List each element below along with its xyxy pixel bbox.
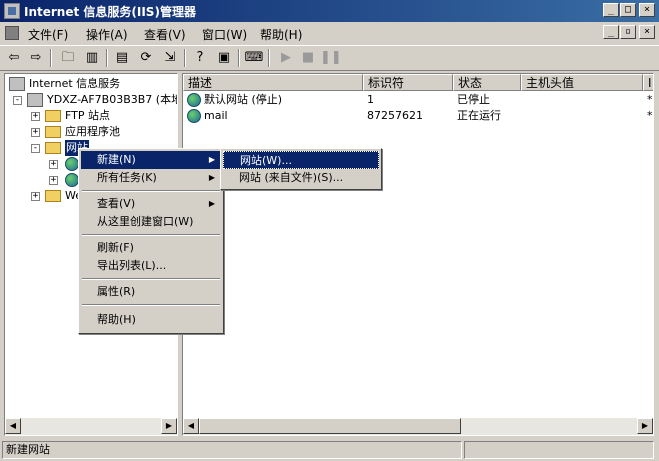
column-status[interactable]: 状态 — [453, 74, 521, 91]
expand-icon[interactable]: + — [31, 192, 40, 201]
menu-action[interactable]: 操作(A) — [86, 26, 128, 43]
menu-file[interactable]: 文件(F) — [28, 26, 68, 43]
list-pane: 描述 标识符 状态 主机头值 I 默认网站 (停止) 1 已停止 * mail … — [182, 73, 654, 436]
scroll-right-icon[interactable]: ▶ — [637, 418, 653, 434]
console-icon[interactable]: ▣ — [214, 49, 234, 67]
folder-icon — [45, 142, 61, 154]
menu-item-refresh[interactable]: 刷新(F) — [81, 239, 221, 257]
submenu-arrow-icon: ▶ — [208, 199, 215, 208]
column-host-header[interactable]: 主机头值 — [521, 74, 643, 91]
menu-item-help[interactable]: 帮助(H) — [81, 311, 221, 329]
context-menu: 新建(N) ▶ 所有任务(K) ▶ 查看(V) ▶ 从这里创建窗口(W) 刷新(F) … — [78, 148, 224, 334]
properties-icon[interactable]: ▤ — [112, 49, 132, 67]
tree-server[interactable]: - YDXZ-AF7B03B3B7 (本地计 — [7, 92, 177, 108]
computer-icon[interactable]: ⌨ — [244, 49, 264, 67]
status-bar: 新建网站 — [0, 439, 659, 461]
window-title: Internet 信息服务(IIS)管理器 — [24, 5, 196, 19]
close-button[interactable]: × — [639, 3, 655, 17]
toolbar: ⇦ ⇨ 🗀 ▥ ▤ ⟳ ⇲ ? ▣ ⌨ ▶ ■ ❚❚ — [0, 45, 659, 71]
scroll-left-icon[interactable]: ◀ — [5, 418, 21, 434]
menu-separator — [82, 234, 220, 236]
up-folder-icon[interactable]: 🗀 — [58, 49, 78, 67]
menu-help[interactable]: 帮助(H) — [260, 26, 302, 43]
forward-icon[interactable]: ⇨ — [26, 49, 46, 67]
scroll-left-icon[interactable]: ◀ — [183, 418, 199, 434]
mdi-minimize-button[interactable]: _ — [603, 25, 619, 39]
iis-root-icon — [9, 77, 25, 91]
back-icon[interactable]: ⇦ — [4, 49, 24, 67]
console-menu-icon[interactable] — [5, 26, 19, 40]
menu-item-all-tasks[interactable]: 所有任务(K) ▶ — [81, 169, 221, 187]
toolbar-separator — [238, 49, 240, 67]
status-pane-empty — [464, 441, 654, 459]
menu-item-view[interactable]: 查看(V) ▶ — [81, 195, 221, 213]
collapse-icon[interactable]: - — [13, 96, 22, 105]
folder-icon — [45, 110, 61, 122]
submenu-new: 网站(W)... 网站 (来自文件)(S)... — [220, 148, 382, 190]
menu-window[interactable]: 窗口(W) — [202, 26, 247, 43]
menu-bar: 文件(F) 操作(A) 查看(V) 窗口(W) 帮助(H) _ ▫ × — [0, 22, 659, 44]
menu-item-website-from-file[interactable]: 网站 (来自文件)(S)... — [223, 169, 379, 187]
menu-separator — [82, 278, 220, 280]
menu-item-website[interactable]: 网站(W)... — [223, 151, 379, 169]
column-id[interactable]: 标识符 — [363, 74, 453, 91]
column-description[interactable]: 描述 — [183, 74, 363, 91]
scroll-thumb[interactable] — [199, 418, 461, 434]
globe-icon — [65, 157, 79, 171]
folder-icon — [45, 190, 61, 202]
menu-item-new-window[interactable]: 从这里创建窗口(W) — [81, 213, 221, 231]
site-stopped-icon — [187, 93, 201, 107]
mdi-close-button[interactable]: × — [639, 25, 655, 39]
toolbar-separator — [50, 49, 52, 67]
folder-icon — [45, 126, 61, 138]
computer-icon — [27, 93, 43, 107]
menu-separator — [82, 190, 220, 192]
toolbar-separator — [184, 49, 186, 67]
show-tree-icon[interactable]: ▥ — [82, 49, 102, 67]
expand-icon[interactable]: + — [49, 160, 58, 169]
scroll-right-icon[interactable]: ▶ — [161, 418, 177, 434]
pause-icon[interactable]: ❚❚ — [320, 49, 342, 67]
maximize-button[interactable]: □ — [620, 3, 636, 17]
collapse-icon[interactable]: - — [31, 144, 40, 153]
column-ip[interactable]: I — [643, 74, 653, 91]
submenu-arrow-icon: ▶ — [208, 173, 215, 182]
tree-hscrollbar[interactable]: ◀ ▶ — [5, 418, 177, 435]
help-icon[interactable]: ? — [190, 49, 210, 67]
site-running-icon — [187, 109, 201, 123]
expand-icon[interactable]: + — [49, 176, 58, 185]
globe-icon — [65, 173, 79, 187]
menu-separator — [82, 304, 220, 306]
menu-view[interactable]: 查看(V) — [144, 26, 186, 43]
menu-item-properties[interactable]: 属性(R) — [81, 283, 221, 301]
title-bar: Internet 信息服务(IIS)管理器 _ □ × — [0, 0, 659, 22]
status-text: 新建网站 — [2, 441, 462, 459]
minimize-button[interactable]: _ — [603, 3, 619, 17]
iis-app-icon — [4, 3, 20, 19]
toolbar-separator — [106, 49, 108, 67]
menu-item-new[interactable]: 新建(N) ▶ — [81, 151, 221, 169]
list-hscrollbar[interactable]: ◀ ▶ — [183, 418, 653, 435]
export-icon[interactable]: ⇲ — [160, 49, 180, 67]
expand-icon[interactable]: + — [31, 128, 40, 137]
stop-icon[interactable]: ■ — [298, 49, 318, 67]
refresh-icon[interactable]: ⟳ — [136, 49, 156, 67]
mdi-restore-button[interactable]: ▫ — [620, 25, 636, 39]
toolbar-separator — [268, 49, 270, 67]
submenu-arrow-icon: ▶ — [208, 155, 215, 164]
play-icon[interactable]: ▶ — [276, 49, 296, 67]
expand-icon[interactable]: + — [31, 112, 40, 121]
menu-item-export-list[interactable]: 导出列表(L)... — [81, 257, 221, 275]
